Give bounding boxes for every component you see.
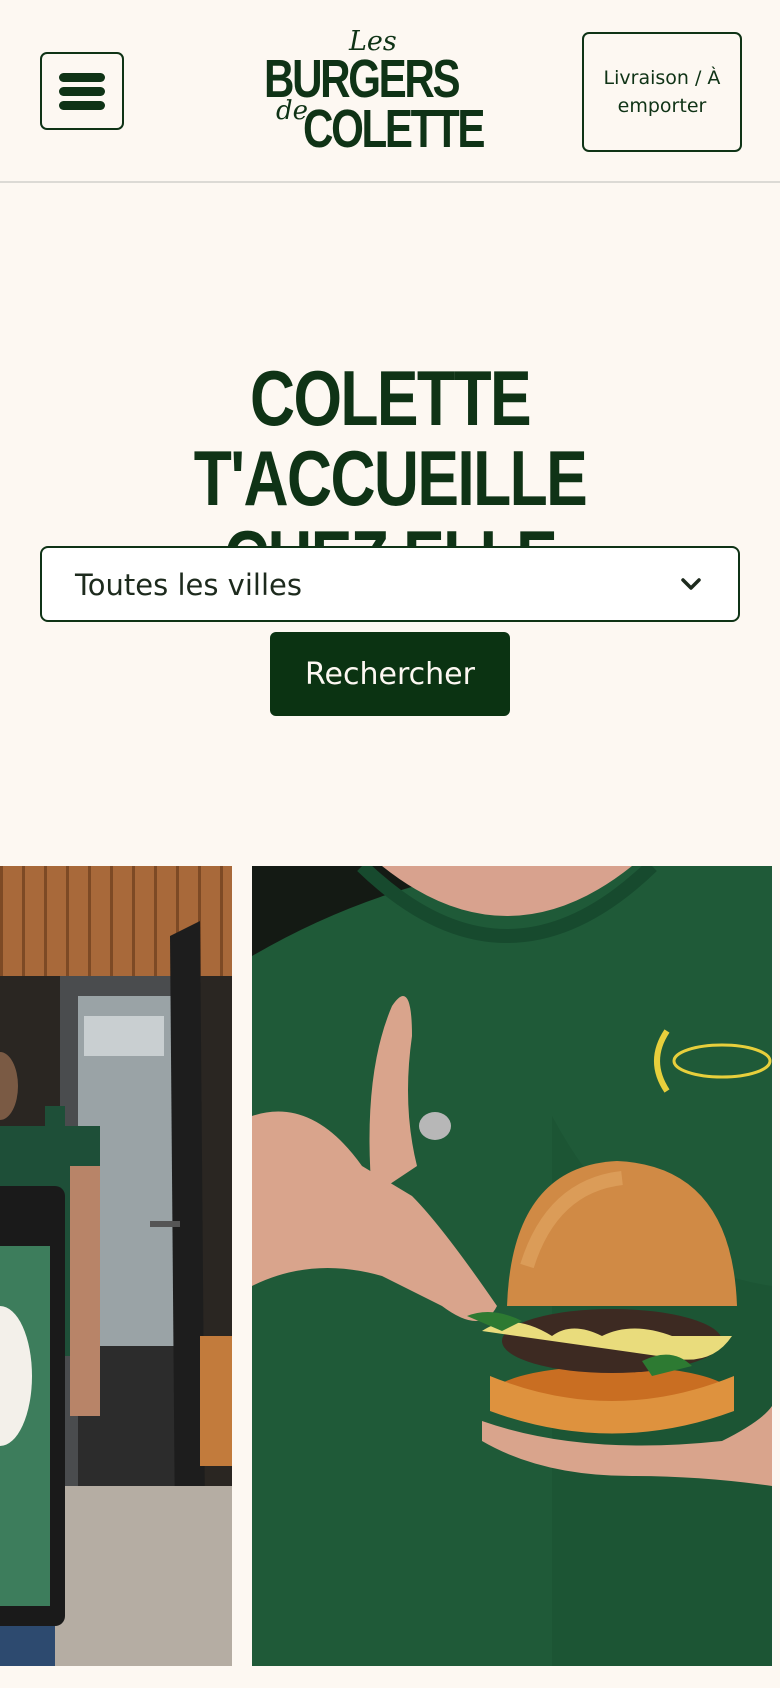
gallery-image-storefront[interactable] — [0, 866, 232, 1666]
search-button[interactable]: Rechercher — [270, 632, 510, 716]
storefront-photo — [0, 866, 232, 1666]
gallery-image-burger[interactable] — [252, 866, 772, 1666]
delivery-takeaway-button[interactable]: Livraison / À emporter — [582, 32, 742, 152]
burger-photo — [252, 866, 772, 1666]
brand-logo[interactable]: Les BURGERS de COLETTE — [264, 26, 494, 156]
chevron-down-icon — [681, 578, 701, 590]
logo-colette: COLETTE — [303, 99, 486, 159]
site-header: Les BURGERS de COLETTE Livraison / À emp… — [0, 0, 780, 183]
menu-button[interactable] — [40, 52, 124, 130]
burger-menu-icon — [59, 72, 105, 82]
city-select[interactable]: Toutes les villes — [40, 546, 740, 622]
city-select-value: Toutes les villes — [75, 568, 302, 602]
